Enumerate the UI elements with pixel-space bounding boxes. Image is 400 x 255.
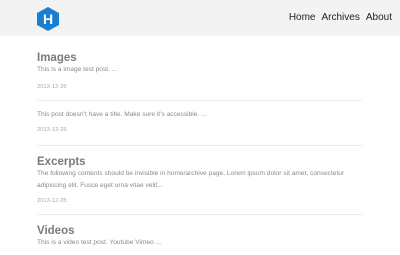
post-title-link[interactable]: Videos <box>37 224 75 238</box>
nav-home-link[interactable]: Home <box>289 12 316 23</box>
nav-archives-link[interactable]: Archives <box>322 12 360 23</box>
hexagon-logo-icon: H <box>37 7 59 31</box>
site-header: H Home Archives About <box>0 0 400 36</box>
post-item: Images This is a image test post. ... 20… <box>37 50 362 101</box>
logo-letter: H <box>43 11 53 27</box>
post-excerpt: The following contents should be invisib… <box>37 170 345 189</box>
post-date-link[interactable]: 2013-12-25 <box>37 197 67 205</box>
post-title-link[interactable]: Images <box>37 51 77 65</box>
post-item: This post doesn’t have a title. Make sur… <box>37 101 362 146</box>
post-excerpt-link[interactable]: This post doesn’t have a title. Make sur… <box>37 109 207 121</box>
post-list: Images This is a image test post. ... 20… <box>37 50 362 255</box>
nav-about-link[interactable]: About <box>366 12 392 23</box>
post-excerpt: This is a image test post. ... <box>37 66 118 73</box>
post-date-link[interactable]: 2013-12-26 <box>37 83 67 91</box>
site-logo[interactable]: H <box>37 7 59 31</box>
post-excerpt: This is a video test post. Youtube Vimeo… <box>37 239 162 246</box>
main-nav: Home Archives About <box>289 12 392 23</box>
post-item: Videos This is a video test post. Youtub… <box>37 215 362 255</box>
post-title-link[interactable]: Excerpts <box>37 155 86 169</box>
post-date-link[interactable]: 2013-12-25 <box>37 126 67 134</box>
post-item: Excerpts The following contents should b… <box>37 146 362 215</box>
